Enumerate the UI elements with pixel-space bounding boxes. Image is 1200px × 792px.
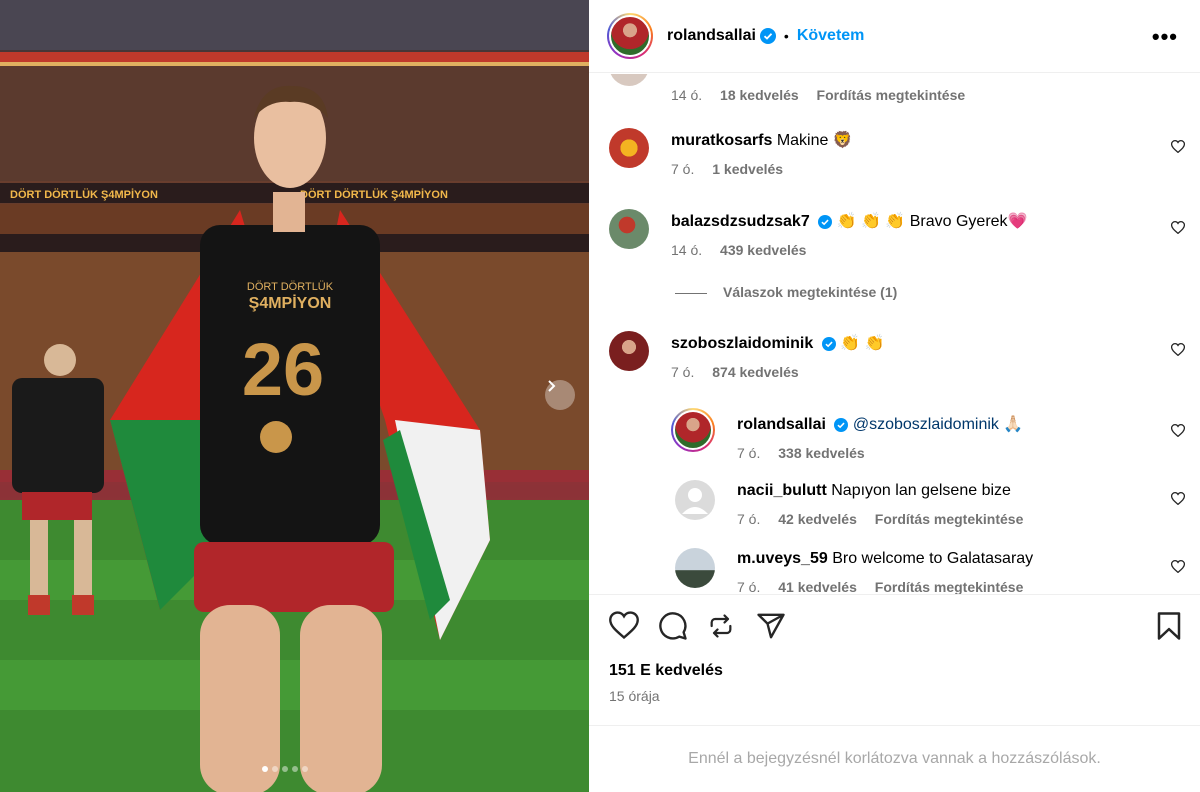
save-bookmark-icon[interactable] [1156, 611, 1182, 641]
comment-time: 14 ó. [671, 87, 703, 103]
reply-username[interactable]: nacii_bulutt [737, 482, 827, 499]
comment-avatar[interactable] [609, 128, 649, 168]
comment-username[interactable]: balazsdzsudzsak7 [671, 213, 810, 230]
carousel-dot [272, 766, 278, 772]
verified-badge-icon [834, 417, 849, 432]
comment-likes[interactable]: 1 kedvelés [712, 161, 783, 177]
reply-avatar[interactable] [671, 408, 715, 452]
reply-username[interactable]: m.uveys_59 [737, 550, 828, 567]
author-avatar[interactable] [607, 13, 653, 59]
comment-username[interactable]: muratkosarfs [671, 132, 772, 149]
comment-likes[interactable]: 18 kedvelés [720, 87, 799, 103]
reply-likes[interactable]: 41 kedvelés [778, 579, 857, 594]
follow-button[interactable]: Követem [797, 27, 865, 45]
comment-time: 7 ó. [671, 364, 695, 380]
carousel-dot [282, 766, 288, 772]
like-heart-icon[interactable] [609, 611, 639, 639]
post-timestamp[interactable]: 15 órája [609, 688, 660, 704]
default-avatar-icon [682, 488, 708, 514]
like-comment-heart-icon[interactable] [1171, 343, 1185, 356]
comment-likes[interactable]: 439 kedvelés [720, 242, 806, 258]
reply-time: 7 ó. [737, 511, 761, 527]
chevron-right-icon [548, 380, 556, 392]
reply-avatar[interactable] [675, 480, 715, 520]
comment-time: 14 ó. [671, 242, 703, 258]
verified-badge-icon [818, 214, 833, 229]
comment-icon[interactable] [658, 611, 688, 641]
reply-text: Napıyon lan gelsene bize [831, 482, 1011, 499]
carousel-dot [302, 766, 308, 772]
header-separator: • [783, 28, 789, 44]
post-panel: rolandsallai • Követem ••• . 14 ó. 18 ke… [589, 0, 1200, 792]
translate-link[interactable]: Fordítás megtekintése [875, 579, 1024, 594]
author-username[interactable]: rolandsallai [667, 27, 756, 45]
carousel-dot [292, 766, 298, 772]
post-likes-count[interactable]: 151 E kedvelés [609, 662, 723, 680]
like-reply-heart-icon[interactable] [1171, 424, 1185, 437]
comment-text: 👏 👏 👏 Bravo Gyerek💗 [836, 213, 1028, 230]
reply-text[interactable]: @szoboszlaidominik 🙏🏻 [853, 416, 1023, 433]
comment-likes[interactable]: 874 kedvelés [712, 364, 798, 380]
reply-likes[interactable]: 338 kedvelés [778, 445, 864, 461]
more-options-icon[interactable]: ••• [1152, 24, 1178, 50]
reply-text: Bro welcome to Galatasaray [832, 550, 1034, 567]
carousel-next-button[interactable] [545, 380, 575, 410]
like-comment-heart-icon[interactable] [1171, 221, 1185, 234]
photo-illustration: DÖRT DÖRTLÜK Ş4MPİYON DÖRT DÖRTLÜK Ş4MPİ… [0, 0, 589, 792]
reply-username[interactable]: rolandsallai [737, 416, 826, 433]
view-replies-button[interactable]: Válaszok megtekintése (1) [675, 284, 897, 300]
comment-text: Makine 🦁 [776, 132, 853, 149]
comments-limited-notice: Ennél a bejegyzésnél korlátozva vannak a… [589, 725, 1200, 792]
comment-time: 7 ó. [671, 161, 695, 177]
verified-badge-icon [821, 336, 836, 351]
shirt-text-top: DÖRT DÖRTLÜK [247, 281, 334, 293]
like-comment-heart-icon[interactable] [1171, 140, 1185, 153]
verified-badge-icon [759, 28, 776, 44]
translate-link[interactable]: Fordítás megtekintése [875, 511, 1024, 527]
reply-time: 7 ó. [737, 445, 761, 461]
repost-icon[interactable] [707, 611, 735, 641]
like-reply-heart-icon[interactable] [1171, 492, 1185, 505]
share-icon[interactable] [756, 611, 786, 641]
translate-link[interactable]: Fordítás megtekintése [817, 87, 966, 103]
comment-text: 👏 👏 [840, 335, 885, 352]
comment-username[interactable]: szoboszlaidominik [671, 335, 813, 352]
banner-text-1: DÖRT DÖRTLÜK Ş4MPİYON [10, 188, 158, 201]
post-actions: 151 E kedvelés 15 órája [589, 594, 1200, 725]
shirt-number: 26 [242, 328, 324, 411]
comments-list[interactable]: . 14 ó. 18 kedvelés Fordítás megtekintés… [589, 74, 1200, 594]
reply-time: 7 ó. [737, 579, 761, 594]
carousel-dot [262, 766, 268, 772]
carousel-indicator [262, 766, 308, 772]
shirt-text-main: Ş4MPİYON [249, 294, 332, 312]
comment-avatar[interactable] [609, 209, 649, 249]
reply-likes[interactable]: 42 kedvelés [778, 511, 857, 527]
post-photo[interactable]: DÖRT DÖRTLÜK Ş4MPİYON DÖRT DÖRTLÜK Ş4MPİ… [0, 0, 589, 792]
post-header: rolandsallai • Követem ••• [589, 0, 1200, 73]
reply-avatar[interactable] [675, 548, 715, 588]
comment-avatar[interactable] [609, 331, 649, 371]
like-reply-heart-icon[interactable] [1171, 560, 1185, 573]
banner-text-2: DÖRT DÖRTLÜK Ş4MPİYON [300, 188, 448, 201]
comment-avatar[interactable] [609, 74, 649, 86]
